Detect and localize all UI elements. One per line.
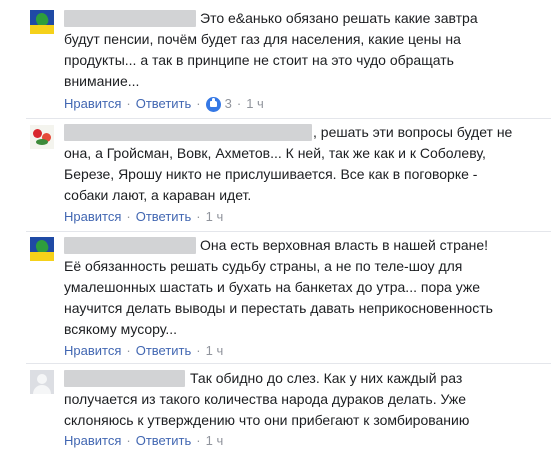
- author-name-redacted[interactable]: [64, 124, 312, 141]
- comment-text-line: собаки лают, а караван идет.: [64, 187, 252, 203]
- like-link[interactable]: Нравится: [64, 209, 121, 225]
- divider: [26, 231, 551, 232]
- comment-text-line: научится делать выводы и перестать дават…: [64, 300, 493, 316]
- comment-actions: Нравится · Ответить · 3 · 1 ч: [64, 96, 264, 112]
- separator-dot: ·: [196, 433, 201, 448]
- separator-dot: ·: [236, 96, 242, 111]
- user-avatar[interactable]: [30, 125, 54, 149]
- comment-text-line: будут пенсии, почём будет газ для населе…: [64, 31, 461, 47]
- user-avatar[interactable]: [30, 370, 54, 394]
- author-name-redacted[interactable]: [64, 237, 196, 254]
- author-name-redacted[interactable]: [64, 10, 196, 27]
- timestamp[interactable]: 1 ч: [246, 96, 264, 112]
- comment-text-line: Так обидно до слез. Как у них каждый раз: [190, 370, 463, 386]
- reply-link[interactable]: Ответить: [136, 433, 192, 449]
- reply-link[interactable]: Ответить: [136, 209, 192, 225]
- separator-dot: ·: [126, 209, 131, 224]
- separator-dot: ·: [126, 96, 131, 111]
- like-link[interactable]: Нравится: [64, 343, 121, 359]
- like-reaction-icon[interactable]: [205, 96, 221, 112]
- reply-link[interactable]: Ответить: [136, 343, 192, 359]
- comment-text-line: всякому мусору...: [64, 321, 178, 337]
- separator-dot: ·: [196, 343, 201, 358]
- timestamp[interactable]: 1 ч: [206, 209, 224, 225]
- timestamp[interactable]: 1 ч: [206, 343, 224, 359]
- author-name-redacted[interactable]: [64, 370, 185, 387]
- reply-link[interactable]: Ответить: [136, 96, 192, 112]
- timestamp[interactable]: 1 ч: [206, 433, 224, 449]
- comment-actions: Нравится · Ответить · 1 ч: [64, 209, 223, 225]
- divider: [26, 363, 551, 364]
- comment-text-line: Её обязанность решать судьбу страны, а н…: [64, 258, 463, 274]
- comment-text-line: получается из такого количества народа д…: [64, 391, 467, 407]
- comment-text-line: Это е&анько обязано решать какие завтра: [200, 10, 478, 26]
- comment-actions: Нравится · Ответить · 1 ч: [64, 343, 223, 359]
- separator-dot: ·: [126, 343, 131, 358]
- comment-text-line: Березе, Ярошу никто не прислушивается. В…: [64, 166, 478, 182]
- comment-actions: Нравится · Ответить · 1 ч: [64, 433, 223, 449]
- reaction-count[interactable]: 3: [225, 96, 232, 112]
- user-avatar[interactable]: [30, 237, 54, 261]
- comment-text-line: , решать эти вопросы будет не: [313, 124, 513, 140]
- separator-dot: ·: [196, 96, 201, 111]
- comment-text-line: она, а Гройсман, Вовк, Ахметов... К ней,…: [64, 145, 486, 161]
- comment-text-line: внимание...: [64, 73, 140, 89]
- like-link[interactable]: Нравится: [64, 96, 121, 112]
- separator-dot: ·: [196, 209, 201, 224]
- like-link[interactable]: Нравится: [64, 433, 121, 449]
- comment-text-line: склоняюсь к утверждению что они прибегаю…: [64, 412, 470, 428]
- comment-text-line: Она есть верховная власть в нашей стране…: [200, 237, 489, 253]
- divider: [26, 118, 551, 119]
- comment-text-line: продукты... а так в принципе не стоит на…: [64, 52, 454, 68]
- separator-dot: ·: [126, 433, 131, 448]
- user-avatar[interactable]: [30, 10, 54, 34]
- comment-text-line: умалешонных шастать и бухать на банкетах…: [64, 279, 481, 295]
